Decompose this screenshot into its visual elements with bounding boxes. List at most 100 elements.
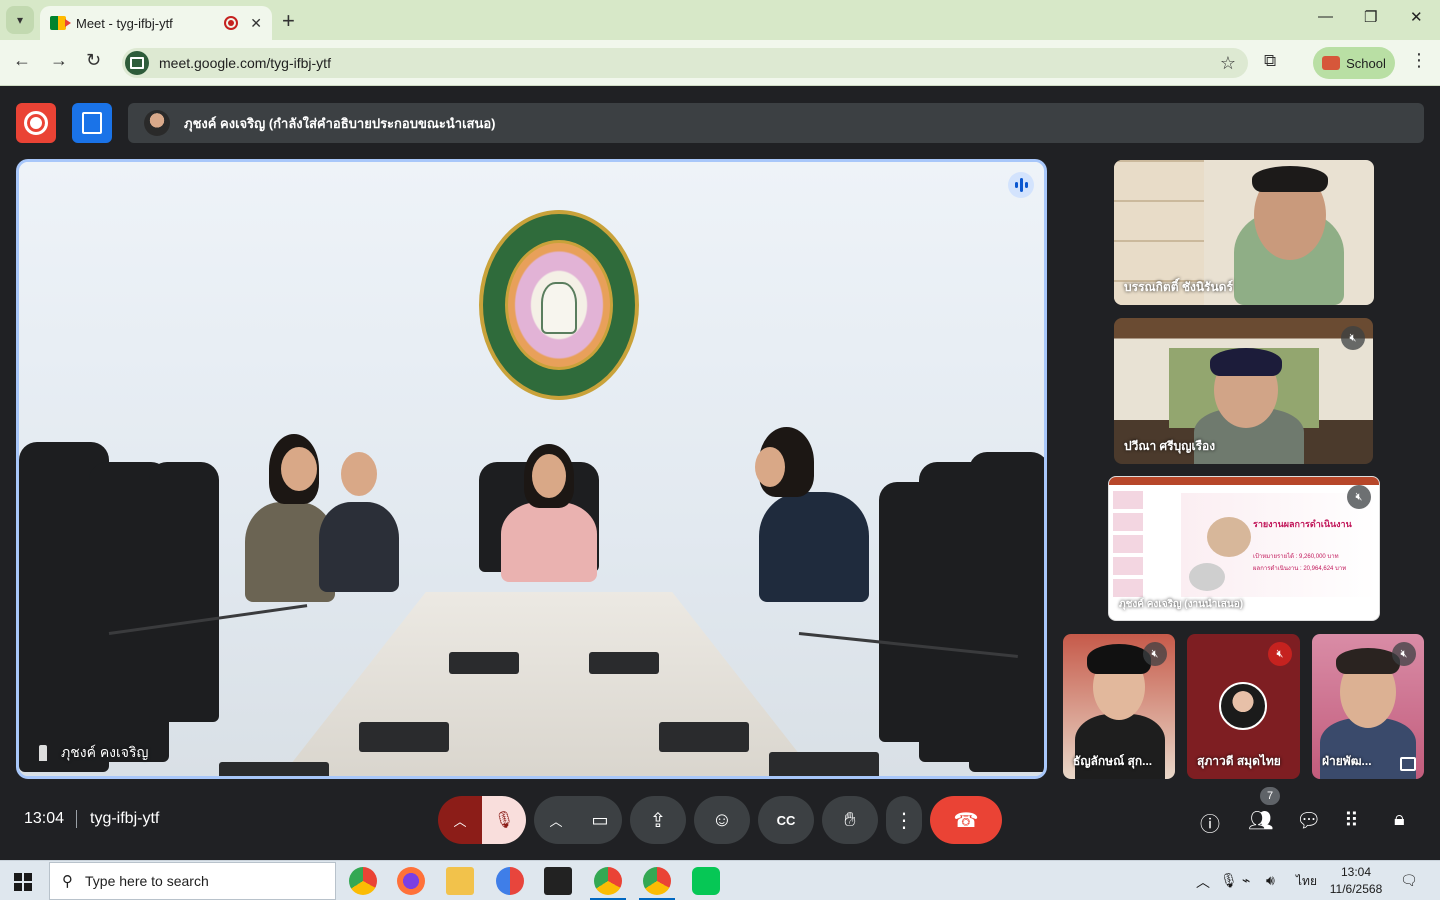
camera-control: ︿ ▭	[534, 796, 622, 844]
search-icon: ⚲	[62, 873, 73, 890]
app-taskbar-icon[interactable]	[496, 867, 524, 895]
tray-microphone-icon[interactable]: 🎙︎	[1220, 872, 1238, 889]
meet-favicon-icon	[50, 16, 71, 30]
participant-hair	[1252, 166, 1328, 192]
site-info-icon[interactable]	[125, 51, 149, 75]
tray-language[interactable]: ไทย	[1296, 872, 1317, 891]
emblem-shrine	[541, 282, 577, 334]
table-microphone	[589, 652, 659, 674]
video-settings-chevron-icon[interactable]: ︿	[534, 796, 578, 844]
mic-off-icon: 🔇︎	[1143, 642, 1167, 666]
taskbar-search-box[interactable]: ⚲ Type here to search	[49, 862, 336, 900]
restore-icon[interactable]: ❐	[1364, 8, 1377, 26]
minimize-icon[interactable]: —	[1318, 8, 1333, 25]
tab-close-icon[interactable]: ✕	[250, 15, 262, 32]
presenter-banner: ภุชงค์ คงเจริญ (กำลังใส่คำอธิบายประกอบขณ…	[128, 103, 1424, 143]
notifications-icon[interactable]: 🗨︎	[1400, 872, 1418, 889]
recording-button[interactable]	[16, 103, 56, 143]
extensions-puzzle-icon[interactable]: ⧉	[1264, 51, 1276, 71]
participant-tile[interactable]: 🔇︎ สุภาวดี สมุดไทย	[1187, 634, 1300, 779]
participant-tile[interactable]: 🔇︎ ปวีณา ศรีบุญเรือง	[1114, 318, 1373, 464]
mic-off-icon: 🔇︎	[1392, 642, 1416, 666]
terminal-taskbar-icon[interactable]	[544, 867, 572, 895]
present-screen-button[interactable]: ⇪	[630, 796, 686, 844]
mic-off-icon: 🔇︎	[1347, 485, 1371, 509]
camera-toggle-button[interactable]: ▭	[578, 796, 622, 844]
participant-name: ปวีณา ศรีบุญเรือง	[1124, 439, 1216, 453]
pin-icon[interactable]	[39, 745, 47, 761]
participant-hair	[1087, 644, 1151, 674]
slide-thumbnails	[1113, 491, 1143, 601]
participant-tile[interactable]: 🔇︎ ธัญลักษณ์ สุก...	[1063, 634, 1175, 779]
captions-button[interactable]: CC	[758, 796, 814, 844]
more-options-button[interactable]: ⋮	[886, 796, 922, 844]
chrome-school-taskbar-icon[interactable]	[639, 867, 675, 900]
profile-avatar	[1322, 56, 1341, 70]
slide-image	[1207, 517, 1251, 557]
mic-toggle-button[interactable]: 🎙︎	[482, 796, 526, 844]
participant-face	[341, 452, 377, 496]
new-tab-plus-icon[interactable]: +	[282, 8, 295, 34]
chair	[149, 462, 219, 722]
participant-tile[interactable]: บรรณกิตติ์ ชังนิรันดร์	[1114, 160, 1374, 305]
meeting-info-icon[interactable]: ⓘ	[1200, 808, 1220, 837]
browser-menu-icon[interactable]: ⋮	[1410, 50, 1428, 71]
tray-clock[interactable]: 13:04 11/6/2568	[1326, 864, 1386, 898]
leave-call-button[interactable]: ☎︎	[930, 796, 1002, 844]
windows-taskbar: ⚲ Type here to search ︿ 🎙︎ ⌁ 🔊︎ ไทย 13:0…	[0, 860, 1440, 900]
tray-date: 11/6/2568	[1329, 882, 1383, 896]
main-video-name-label: ภุชงค์ คงเจริญ	[39, 742, 148, 764]
chat-icon[interactable]: 💬︎	[1296, 808, 1321, 833]
main-video-tile[interactable]: ภุชงค์ คงเจริญ	[16, 159, 1047, 779]
activities-grid-icon[interactable]: ⠿	[1344, 808, 1359, 833]
table-microphone	[219, 762, 329, 776]
participant-name: สุภาวดี สมุดไทย	[1197, 754, 1281, 768]
raise-hand-button[interactable]: ✋︎	[822, 796, 878, 844]
chrome-profile-taskbar-icon[interactable]	[590, 867, 626, 900]
table-microphone	[449, 652, 519, 674]
slide-line-2: ผลการดำเนินงาน : 20,964,624 บาท	[1253, 566, 1347, 572]
pip-icon[interactable]	[1400, 757, 1416, 771]
windows-start-icon[interactable]	[14, 873, 32, 891]
back-arrow-icon[interactable]: ←	[13, 50, 31, 71]
tab-search-chevron-icon[interactable]: ▾	[6, 6, 34, 34]
meeting-clock: 13:04	[24, 810, 65, 827]
people-icon[interactable]: 👥︎	[1248, 808, 1273, 833]
firefox-taskbar-icon[interactable]	[397, 867, 425, 895]
browser-tab-meet[interactable]: Meet - tyg-ifbj-ytf ✕	[40, 6, 272, 40]
emoji-reaction-button[interactable]: ☺	[694, 796, 750, 844]
chrome-taskbar-icon[interactable]	[349, 867, 377, 895]
audio-settings-chevron-icon[interactable]: ︿	[438, 796, 482, 844]
profile-label: School	[1346, 55, 1386, 71]
presenter-banner-text: ภุชงค์ คงเจริญ (กำลังใส่คำอธิบายประกอบขณ…	[184, 115, 496, 131]
slide-title: รายงานผลการดำเนินงาน	[1253, 519, 1352, 529]
reload-icon[interactable]: ↻	[86, 50, 101, 71]
slide-line-1: เป้าหมายรายได้ : 9,260,000 บาท	[1253, 554, 1339, 560]
mic-off-icon: 🔇︎	[1268, 642, 1292, 666]
profile-button[interactable]: School	[1313, 47, 1395, 79]
participant-avatar	[1219, 682, 1267, 730]
url-text: meet.google.com/tyg-ifbj-ytf	[159, 55, 331, 71]
forward-arrow-icon[interactable]: →	[50, 50, 68, 71]
take-notes-button[interactable]	[72, 103, 112, 143]
address-bar[interactable]: meet.google.com/tyg-ifbj-ytf ☆	[122, 48, 1248, 78]
tray-time: 13:04	[1340, 865, 1372, 879]
meeting-code: tyg-ifbj-ytf	[90, 810, 160, 827]
participant-name: ฝ่ายพัฒ...	[1322, 754, 1372, 768]
host-controls-lock-icon[interactable]: 🔒︎	[1394, 808, 1405, 831]
file-explorer-taskbar-icon[interactable]	[446, 867, 474, 895]
participant-figure	[319, 502, 399, 592]
slide-image	[1189, 563, 1225, 591]
tab-title: Meet - tyg-ifbj-ytf	[76, 15, 173, 31]
presentation-tile[interactable]: รายงานผลการดำเนินงาน เป้าหมายรายได้ : 9,…	[1108, 476, 1380, 621]
recording-indicator-icon	[224, 16, 239, 30]
tray-overflow-icon[interactable]: ︿	[1196, 872, 1210, 892]
line-taskbar-icon[interactable]	[692, 867, 720, 895]
window-close-icon[interactable]: ✕	[1410, 8, 1423, 26]
tray-volume-icon[interactable]: 🔊︎	[1266, 872, 1275, 889]
tray-network-icon[interactable]: ⌁	[1242, 872, 1250, 889]
participant-tile[interactable]: 🔇︎ ฝ่ายพัฒ...	[1312, 634, 1424, 779]
bookmark-star-icon[interactable]: ☆	[1220, 53, 1236, 74]
participant-face	[532, 454, 566, 498]
table-microphone	[659, 722, 749, 752]
